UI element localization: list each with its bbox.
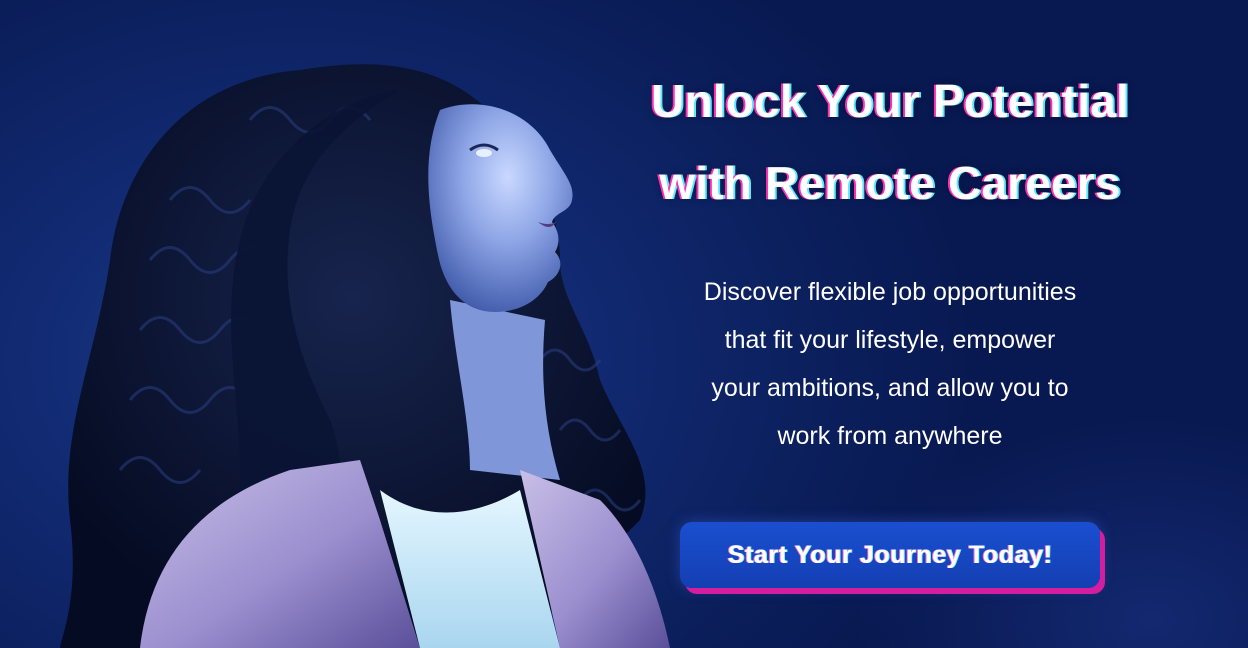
description-line-4: work from anywhere [777,422,1003,450]
hero-description: Discover flexible job opportunities that… [640,268,1140,460]
description-line-1: Discover flexible job opportunities [703,278,1077,306]
headline-line-1: Unlock Your Potential [651,75,1129,127]
description-line-2: that fit your lifestyle, empower [724,326,1056,354]
headline: Unlock Your Potential with Remote Career… [560,60,1220,224]
hero-copy: Unlock Your Potential with Remote Career… [560,60,1220,588]
description-line-3: your ambitions, and allow you to [711,374,1069,402]
headline-line-2: with Remote Careers [659,157,1121,209]
hero-banner: Unlock Your Potential with Remote Career… [0,0,1248,648]
cta-container: Start Your Journey Today! [560,522,1220,588]
start-journey-button[interactable]: Start Your Journey Today! [680,522,1100,588]
